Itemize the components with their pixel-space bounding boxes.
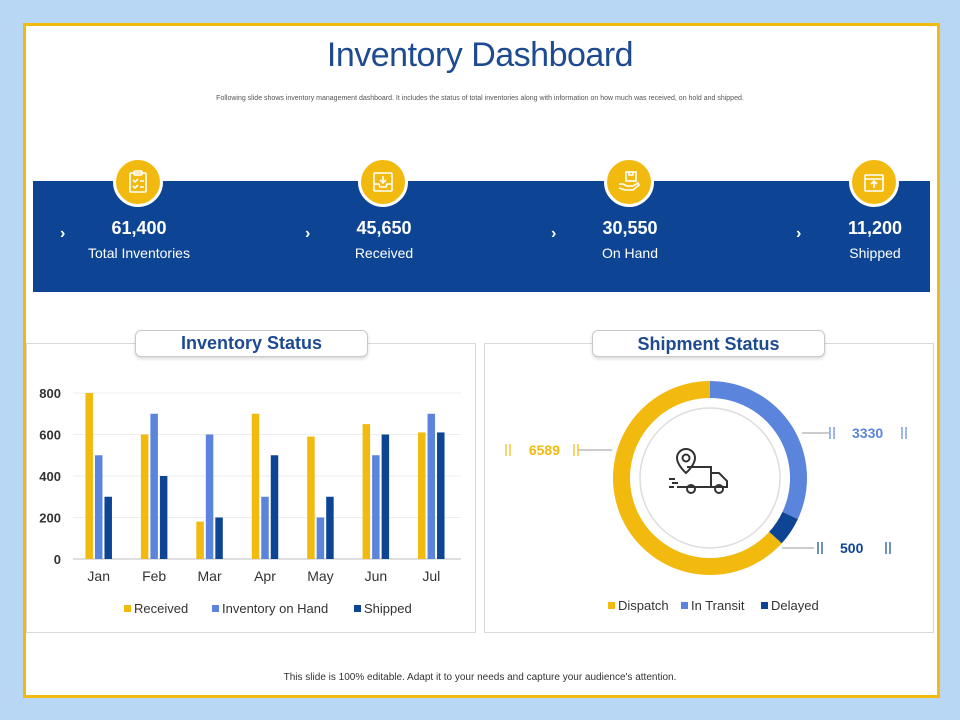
- x-tick-label: Mar: [198, 568, 222, 584]
- delivery-truck-location-icon: [669, 447, 728, 494]
- kpi-value: 61,400: [111, 218, 167, 238]
- x-tick-label: Jul: [422, 568, 440, 584]
- shipment-donut-chart: 6589 3330 500 Dispatch In Transit Delayed: [505, 381, 907, 613]
- bar-shipped: [270, 455, 279, 559]
- legend-swatch: [761, 602, 768, 609]
- y-tick-label: 800: [39, 386, 61, 401]
- legend-label: Received: [134, 601, 188, 616]
- kpi-total-inventories: › 61,400 Total Inventories: [34, 157, 234, 297]
- bar-inventory-on-hand: [205, 434, 214, 559]
- legend-swatch: [608, 602, 615, 609]
- bar-shipped: [215, 517, 223, 559]
- legend-label: Delayed: [771, 598, 819, 613]
- legend-swatch: [212, 605, 219, 612]
- legend-label: In Transit: [691, 598, 745, 613]
- bar-received: [251, 413, 260, 559]
- legend-swatch: [354, 605, 361, 612]
- bar-inventory-on-hand: [150, 413, 158, 559]
- kpi-label: Shipped: [849, 245, 901, 261]
- inbox-download-icon: [358, 157, 408, 207]
- slice-value-label: 3330: [852, 425, 883, 441]
- y-tick-label: 600: [39, 428, 61, 443]
- bar-shipped: [159, 476, 168, 559]
- x-tick-label: May: [307, 568, 333, 584]
- y-tick-label: 400: [39, 469, 61, 484]
- box-upload-icon: [849, 157, 899, 207]
- slice-value-label: 6589: [529, 442, 560, 458]
- bar-received: [362, 424, 371, 559]
- x-tick-label: Apr: [254, 568, 276, 584]
- bar-received: [85, 393, 93, 559]
- bar-shipped: [326, 496, 334, 559]
- slice-in-transit: [710, 381, 807, 520]
- legend-swatch: [681, 602, 688, 609]
- kpi-value: 45,650: [356, 218, 412, 238]
- footer-note: This slide is 100% editable. Adapt it to…: [283, 672, 677, 683]
- bar-shipped: [437, 432, 445, 559]
- bar-received: [140, 434, 149, 559]
- bar-inventory-on-hand: [427, 413, 436, 559]
- bar-inventory-on-hand: [316, 517, 325, 559]
- bar-received: [196, 521, 204, 559]
- inventory-bar-chart: 0 200 400 600 800 Jan Feb Mar Apr May Jun Jul Receiv…: [39, 386, 461, 616]
- x-tick-label: Feb: [142, 568, 166, 584]
- legend-label: Inventory on Hand: [222, 601, 328, 616]
- hand-box-icon: [604, 157, 654, 207]
- y-tick-label: 200: [39, 511, 61, 526]
- page-subtitle: Following slide shows inventory manageme…: [216, 95, 744, 102]
- kpi-on-hand: › 30,550 On Hand: [525, 157, 725, 297]
- kpi-value: 11,200: [847, 218, 903, 238]
- kpi-label: On Hand: [601, 245, 659, 261]
- y-tick-label: 0: [54, 552, 61, 567]
- bar-received: [418, 432, 426, 559]
- legend-label: Shipped: [364, 601, 412, 616]
- bar-received: [307, 436, 315, 559]
- bar-inventory-on-hand: [372, 455, 380, 559]
- clipboard-checklist-icon: [113, 157, 163, 207]
- kpi-shipped: › 11,200 Shipped: [770, 157, 960, 297]
- legend-swatch: [124, 605, 131, 612]
- kpi-value: 30,550: [602, 218, 658, 238]
- bar-inventory-on-hand: [94, 455, 103, 559]
- page-title: Inventory Dashboard: [326, 36, 634, 74]
- x-tick-label: Jun: [365, 568, 388, 584]
- bar-inventory-on-hand: [261, 496, 269, 559]
- bar-shipped: [381, 434, 390, 559]
- kpi-received: › 45,650 Received: [279, 157, 479, 297]
- bar-shipped: [104, 496, 112, 559]
- kpi-label: Total Inventories: [88, 245, 190, 261]
- kpi-label: Received: [354, 245, 414, 261]
- legend-label: Dispatch: [618, 598, 669, 613]
- x-tick-label: Jan: [87, 568, 110, 584]
- slice-value-label: 500: [840, 540, 864, 556]
